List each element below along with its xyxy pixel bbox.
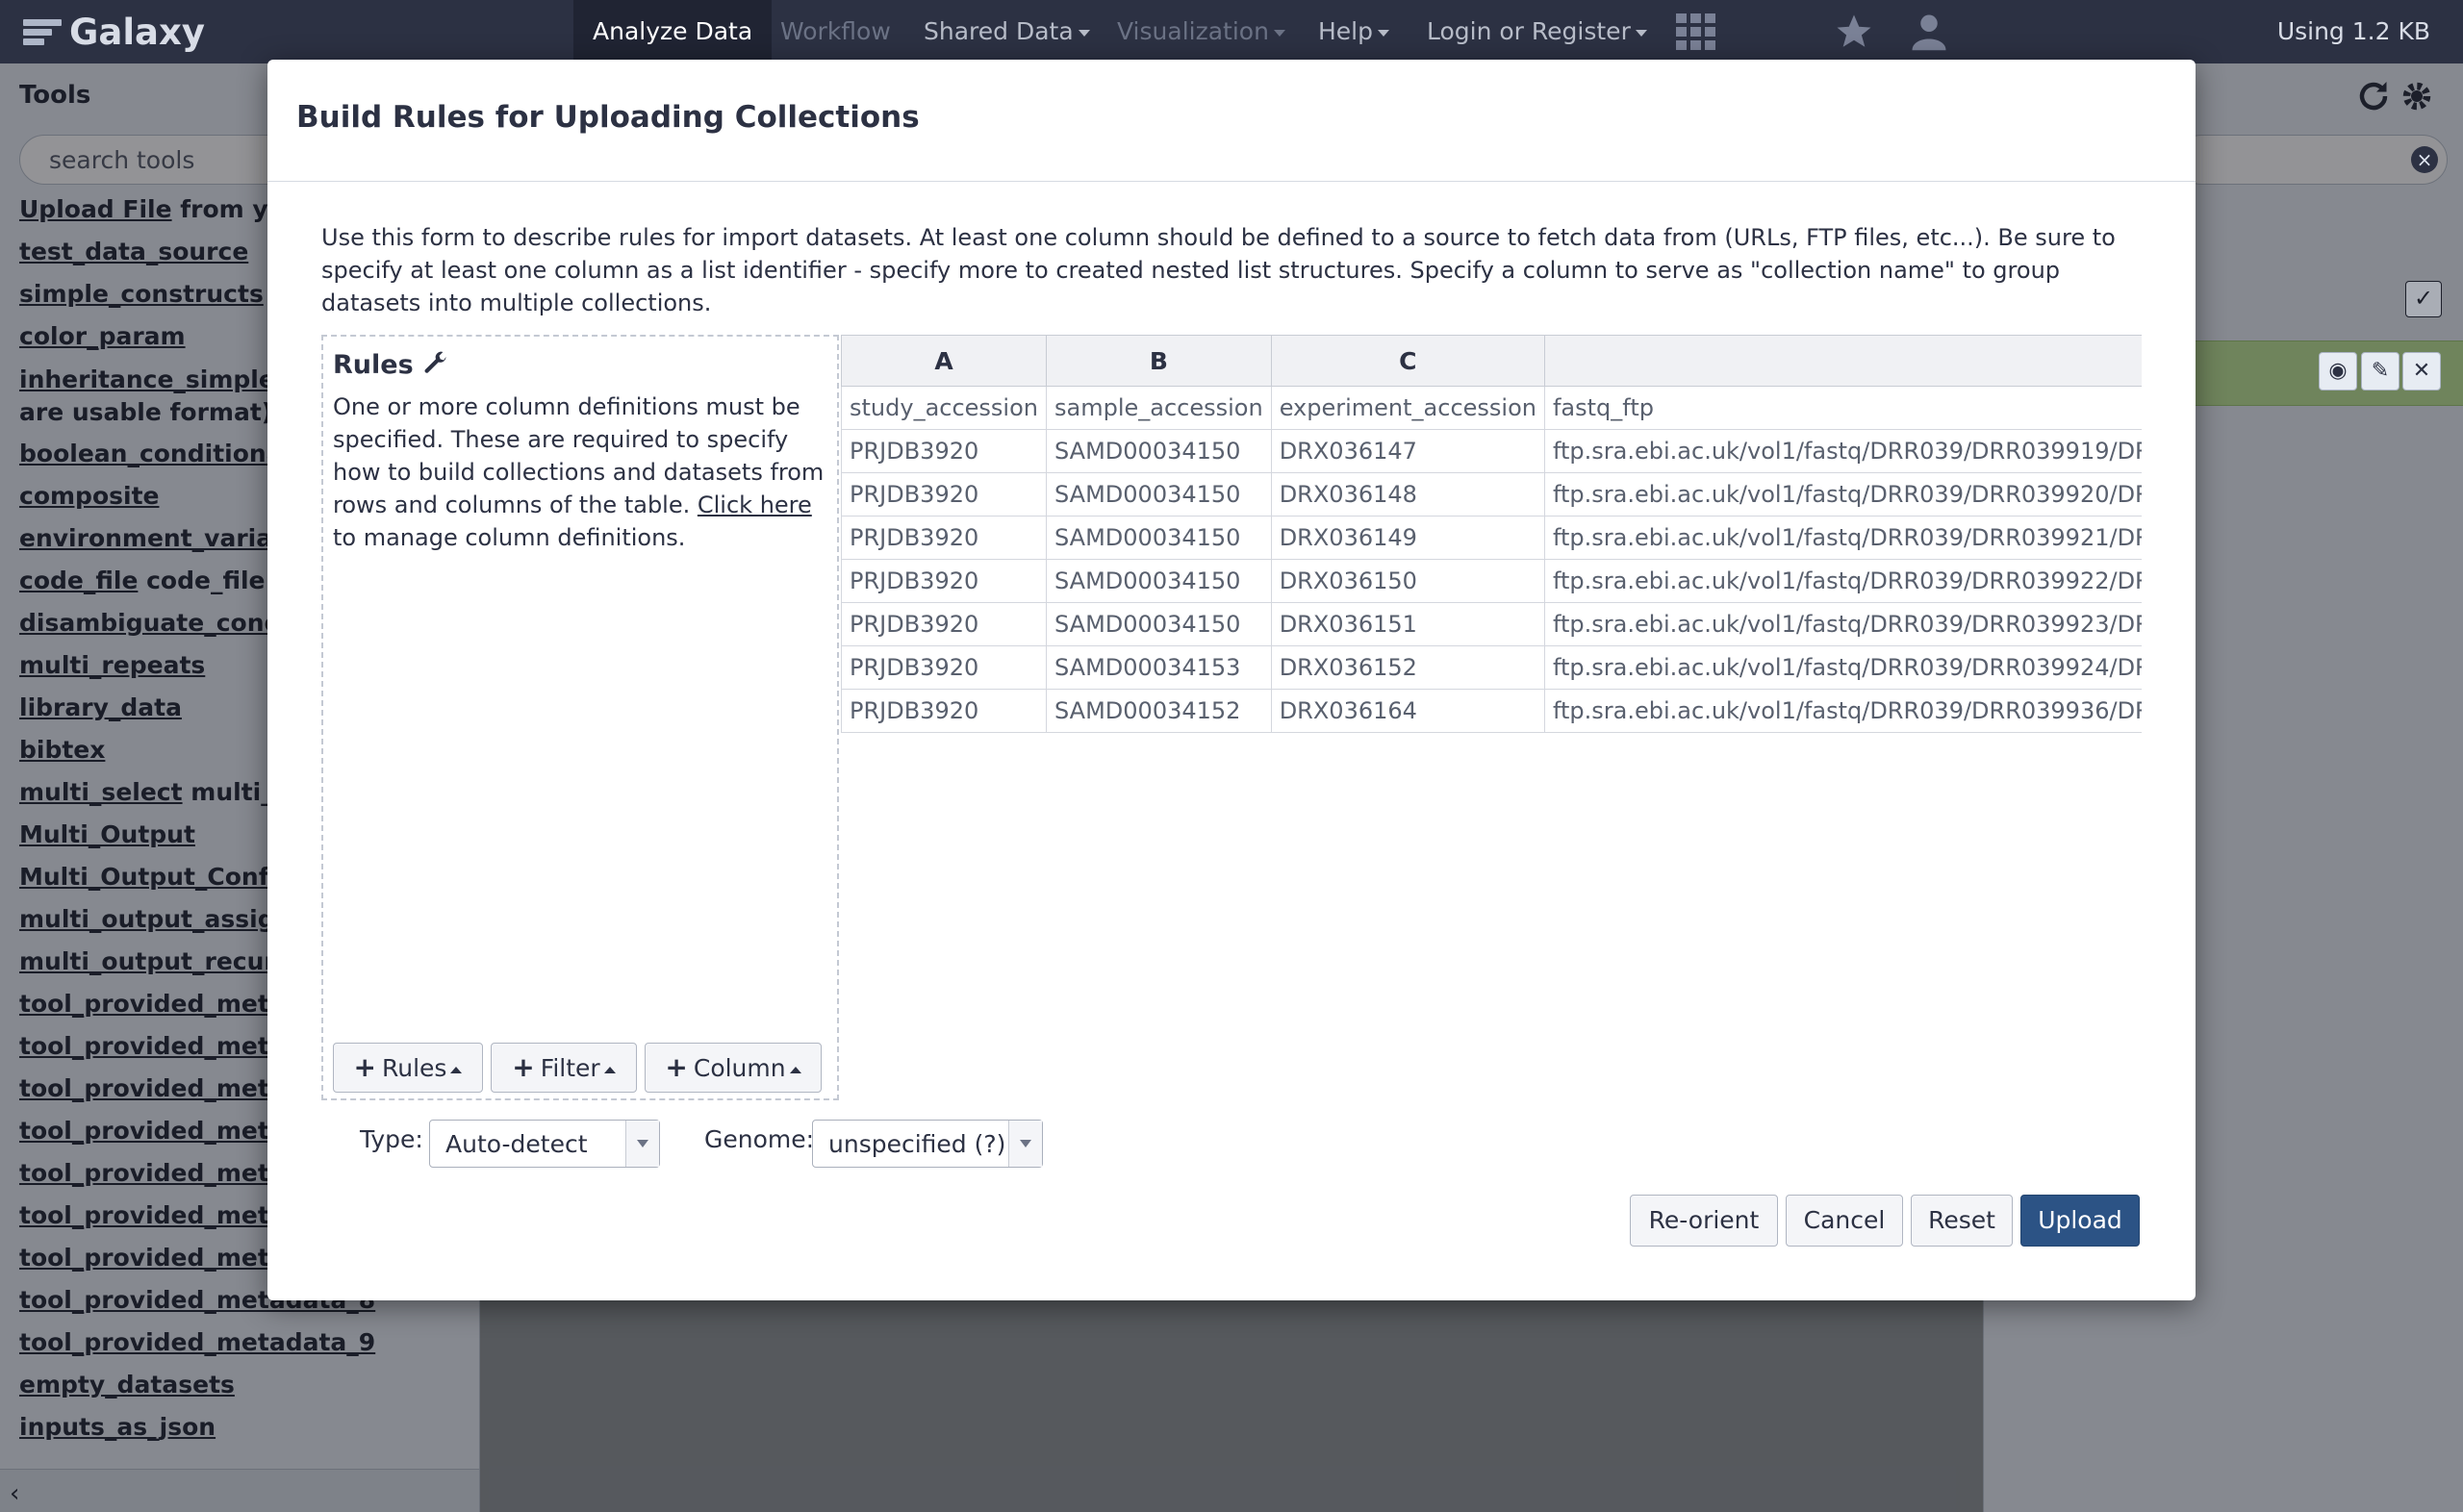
masthead: Galaxy Analyze Data Workflow Shared Data… xyxy=(0,0,2463,63)
user-icon[interactable] xyxy=(1909,12,1949,52)
nav-analyze-data[interactable]: Analyze Data xyxy=(573,0,773,63)
plus-icon: + xyxy=(665,1051,688,1083)
table-cell: PRJDB3920 xyxy=(841,516,1047,560)
table-row: PRJDB3920 SAMD00034150 DRX036148 ftp.sra.eb… xyxy=(841,472,2142,517)
table-cell: PRJDB3920 xyxy=(841,472,1047,517)
table-cell: DRX036149 xyxy=(1270,516,1545,560)
table-header-cell: fastq_ftp xyxy=(1543,386,2142,430)
star-icon[interactable] xyxy=(1834,12,1874,52)
table-cell: SAMD00034150 xyxy=(1046,559,1272,603)
column-letter-header[interactable]: A xyxy=(841,335,1047,387)
add-rules-button[interactable]: + Rules xyxy=(333,1043,483,1093)
chevron-down-icon xyxy=(625,1121,659,1167)
apps-grid-icon[interactable] xyxy=(1676,13,1716,50)
table-cell: DRX036164 xyxy=(1270,689,1545,733)
table-header-row: study_accession sample_accession experimen… xyxy=(841,386,2142,430)
nav-visualization[interactable]: Visualization xyxy=(1117,0,1285,63)
table-cell: SAMD00034153 xyxy=(1046,645,1272,690)
gear-icon[interactable] xyxy=(2400,79,2434,113)
modal-divider xyxy=(267,181,2196,182)
table-cell: SAMD00034150 xyxy=(1046,472,1272,517)
upload-button[interactable]: Upload xyxy=(2020,1195,2140,1247)
table-cell: DRX036152 xyxy=(1270,645,1545,690)
table-cell: PRJDB3920 xyxy=(841,429,1047,473)
table-cell: PRJDB3920 xyxy=(841,689,1047,733)
table-cell: PRJDB3920 xyxy=(841,645,1047,690)
caret-up-icon xyxy=(603,1066,616,1073)
rules-description: One or more column definitions must be s… xyxy=(333,393,825,551)
table-cell: SAMD00034150 xyxy=(1046,516,1272,560)
wrench-icon[interactable] xyxy=(422,350,449,377)
table-cell: DRX036148 xyxy=(1270,472,1545,517)
table-row: PRJDB3920 SAMD00034153 DRX036152 ftp.sra.eb… xyxy=(841,645,2142,690)
column-letter-header[interactable] xyxy=(1543,335,2142,387)
nav-help[interactable]: Help xyxy=(1318,0,1389,63)
table-cell: PRJDB3920 xyxy=(841,559,1047,603)
brand-name: Galaxy xyxy=(69,11,205,53)
delete-icon[interactable]: ✕ xyxy=(2402,352,2441,391)
pencil-icon[interactable]: ✎ xyxy=(2361,352,2400,391)
refresh-icon[interactable] xyxy=(2356,79,2391,113)
table-cell: ftp.sra.ebi.ac.uk/vol1/fastq/DRR039/DRR0… xyxy=(1543,689,2142,733)
table-cell: ftp.sra.ebi.ac.uk/vol1/fastq/DRR039/DRR0… xyxy=(1543,602,2142,646)
table-cell: ftp.sra.ebi.ac.uk/vol1/fastq/DRR039/DRR0… xyxy=(1543,516,2142,560)
table-cell: DRX036147 xyxy=(1270,429,1545,473)
genome-label: Genome: xyxy=(704,1125,815,1153)
caret-up-icon xyxy=(789,1066,801,1073)
add-filter-button[interactable]: + Filter xyxy=(491,1043,637,1093)
cancel-button[interactable]: Cancel xyxy=(1786,1195,1903,1247)
table-cell: DRX036151 xyxy=(1270,602,1545,646)
plus-icon: + xyxy=(353,1051,376,1083)
table-header-cell: sample_accession xyxy=(1046,386,1272,430)
column-letter-header[interactable]: B xyxy=(1046,335,1272,387)
chevron-down-icon xyxy=(1378,29,1389,37)
modal-title: Build Rules for Uploading Collections xyxy=(296,100,920,135)
genome-select[interactable]: unspecified (?) xyxy=(812,1120,1043,1168)
quota-usage[interactable]: Using 1.2 KB xyxy=(2277,0,2430,63)
nav-workflow[interactable]: Workflow xyxy=(780,0,891,63)
table-row: PRJDB3920 SAMD00034152 DRX036164 ftp.sra.eb… xyxy=(841,689,2142,733)
select-items-icon[interactable]: ✓ xyxy=(2405,281,2442,317)
table-cell: ftp.sra.ebi.ac.uk/vol1/fastq/DRR039/DRR0… xyxy=(1543,645,2142,690)
rules-table-container[interactable]: ABC study_accession sample_accession exper… xyxy=(841,335,2142,739)
column-letter-header[interactable]: C xyxy=(1270,335,1545,387)
chevron-down-icon xyxy=(1273,29,1285,37)
manage-columns-link[interactable]: Click here xyxy=(698,491,812,518)
caret-up-icon xyxy=(450,1066,463,1073)
table-cell: SAMD00034150 xyxy=(1046,429,1272,473)
galaxy-brand[interactable]: Galaxy xyxy=(23,8,205,56)
nav-shared-data[interactable]: Shared Data xyxy=(924,0,1090,63)
table-cell: ftp.sra.ebi.ac.uk/vol1/fastq/DRR039/DRR0… xyxy=(1543,472,2142,517)
clear-search-icon[interactable]: × xyxy=(2411,146,2438,173)
modal-intro-text: Use this form to describe rules for impo… xyxy=(321,224,2116,316)
galaxy-logo-icon xyxy=(23,15,62,48)
reset-button[interactable]: Reset xyxy=(1911,1195,2013,1247)
eye-icon[interactable]: ◉ xyxy=(2319,352,2357,391)
add-column-button[interactable]: + Column xyxy=(645,1043,822,1093)
table-cell: PRJDB3920 xyxy=(841,602,1047,646)
table-cell: SAMD00034152 xyxy=(1046,689,1272,733)
table-row: PRJDB3920 SAMD00034150 DRX036149 ftp.sra.eb… xyxy=(841,516,2142,560)
rules-panel: Rules One or more column definitions mus… xyxy=(321,335,839,1100)
reorient-button[interactable]: Re-orient xyxy=(1630,1195,1778,1247)
build-rules-modal: Build Rules for Uploading Collections Us… xyxy=(267,60,2196,1300)
nav-login-register[interactable]: Login or Register xyxy=(1427,0,1647,63)
plus-icon: + xyxy=(512,1051,535,1083)
table-header-cell: study_accession xyxy=(841,386,1047,430)
table-row: PRJDB3920 SAMD00034150 DRX036151 ftp.sra.eb… xyxy=(841,602,2142,646)
table-cell: ftp.sra.ebi.ac.uk/vol1/fastq/DRR039/DRR0… xyxy=(1543,559,2142,603)
chevron-down-icon xyxy=(1078,29,1090,37)
chevron-down-icon xyxy=(1635,29,1647,37)
chevron-down-icon xyxy=(1008,1121,1042,1167)
table-cell: ftp.sra.ebi.ac.uk/vol1/fastq/DRR039/DRR0… xyxy=(1543,429,2142,473)
table-row: PRJDB3920 SAMD00034150 DRX036147 ftp.sra.eb… xyxy=(841,429,2142,473)
table-header-cell: experiment_accession xyxy=(1270,386,1545,430)
rules-heading: Rules xyxy=(333,350,449,380)
type-select[interactable]: Auto-detect xyxy=(429,1120,660,1168)
table-cell: DRX036150 xyxy=(1270,559,1545,603)
table-cell: SAMD00034150 xyxy=(1046,602,1272,646)
type-label: Type: xyxy=(360,1125,423,1153)
table-row: PRJDB3920 SAMD00034150 DRX036150 ftp.sra.eb… xyxy=(841,559,2142,603)
rules-table: ABC study_accession sample_accession exper… xyxy=(841,335,2142,733)
